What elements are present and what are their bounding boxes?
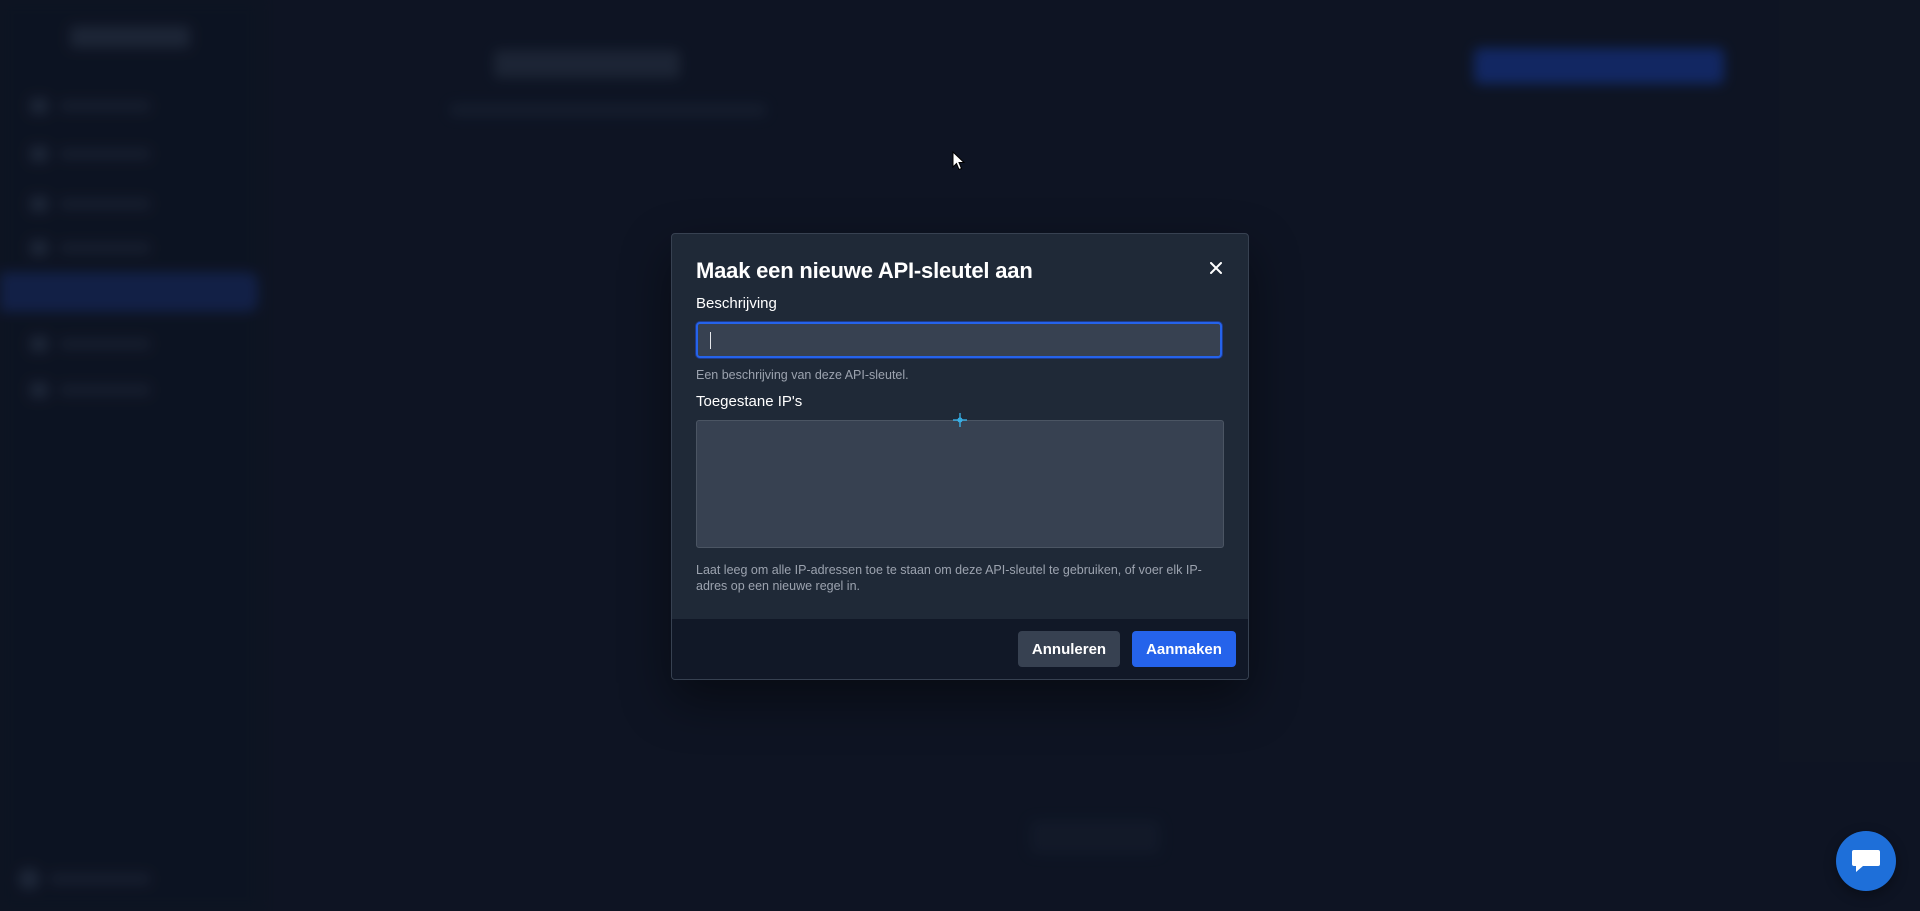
allowed-ips-help-text: Laat leeg om alle IP-adressen toe te sta… — [696, 563, 1202, 593]
allowed-ips-label: Toegestane IP's — [696, 393, 803, 410]
description-input[interactable] — [696, 322, 1222, 358]
move-cursor-icon — [953, 413, 967, 432]
close-button[interactable] — [1204, 256, 1228, 280]
description-help-text: Een beschrijving van deze API-sleutel. — [696, 368, 909, 382]
mouse-pointer-icon — [952, 150, 966, 176]
create-button[interactable]: Aanmaken — [1132, 631, 1236, 667]
modal-title: Maak een nieuwe API-sleutel aan — [696, 258, 1033, 283]
cancel-button[interactable]: Annuleren — [1018, 631, 1120, 667]
chat-button[interactable] — [1836, 831, 1896, 891]
allowed-ips-textarea[interactable] — [696, 420, 1224, 548]
create-api-key-modal: Maak een nieuwe API-sleutel aan Beschrij… — [671, 233, 1249, 680]
close-icon — [1210, 262, 1222, 274]
text-caret — [710, 332, 711, 349]
description-label: Beschrijving — [696, 295, 777, 312]
chat-icon — [1852, 850, 1880, 872]
modal-footer: Annuleren Aanmaken — [672, 619, 1248, 679]
